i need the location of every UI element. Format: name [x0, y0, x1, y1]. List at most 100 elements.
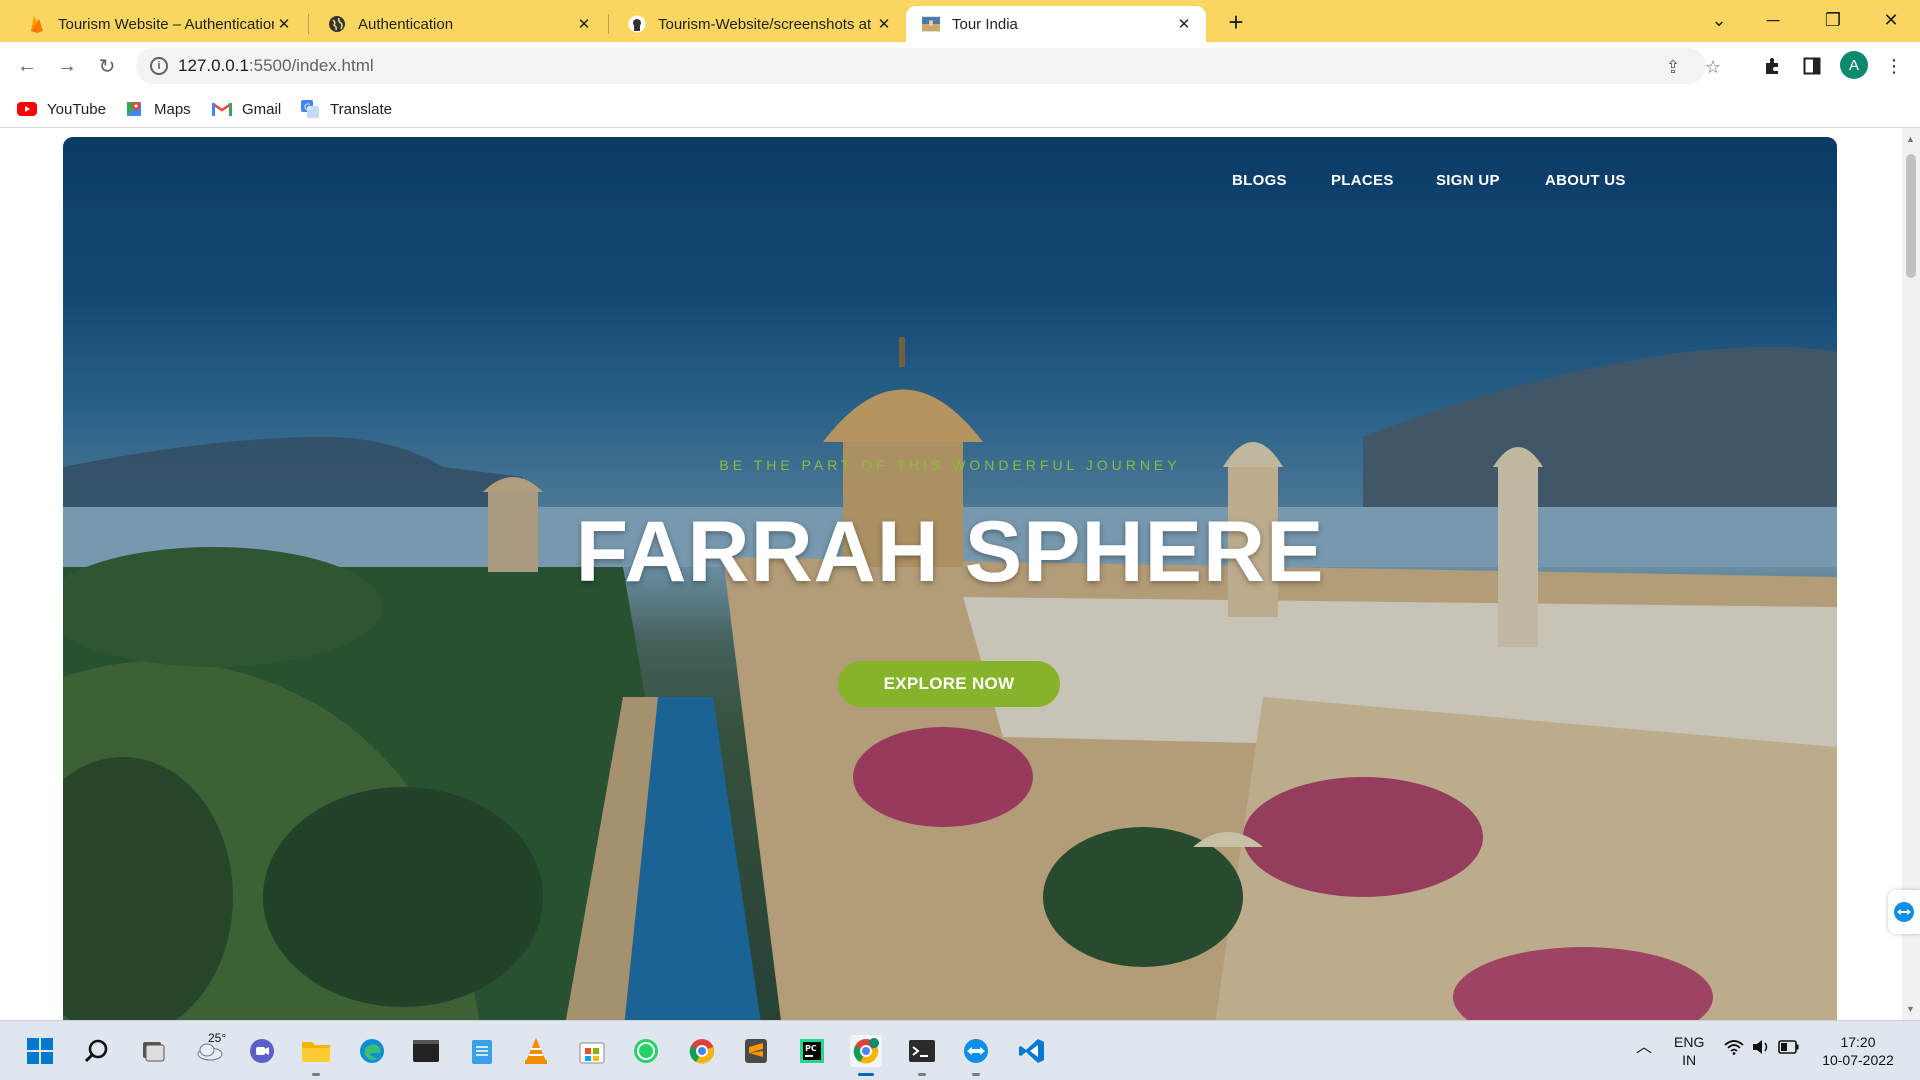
clock-time: 17:20 [1840, 1034, 1876, 1050]
hero-tagline: BE THE PART OF THIS WONDERFUL JOURNEY [719, 457, 1181, 473]
github-icon [628, 15, 646, 33]
weather-temperature: 25° [208, 1031, 227, 1045]
site-info-icon[interactable]: i [150, 57, 168, 75]
extensions-icon[interactable] [1760, 54, 1784, 78]
nav-places-link[interactable]: PLACES [1331, 172, 1394, 189]
whatsapp-icon[interactable] [630, 1035, 662, 1067]
clock-date: 10-07-2022 [1822, 1052, 1894, 1068]
gmail-icon [212, 101, 232, 117]
bookmark-translate[interactable]: G Translate [300, 98, 392, 120]
youtube-icon [17, 101, 37, 117]
tab-title: Tourism Website – Authentication [58, 15, 274, 33]
nav-signup-link[interactable]: SIGN UP [1436, 172, 1500, 189]
new-tab-button[interactable]: + [1222, 7, 1250, 37]
tab-tourism-auth[interactable]: Tourism Website – Authentication ✕ [12, 6, 306, 42]
tab-strip: Tourism Website – Authentication ✕ Authe… [0, 0, 1920, 42]
notepad-icon[interactable] [466, 1035, 498, 1067]
url-path: :5500/index.html [248, 56, 374, 75]
reload-icon[interactable]: ↻ [91, 50, 123, 82]
close-tab-icon[interactable]: ✕ [574, 14, 594, 34]
task-view-icon[interactable] [136, 1035, 168, 1067]
bookmark-label: YouTube [47, 100, 106, 118]
show-hidden-icons-icon[interactable]: ︿ [1636, 1039, 1652, 1057]
tab-separator [608, 14, 609, 34]
language-code: ENG [1674, 1034, 1705, 1050]
bookmark-maps[interactable]: Maps [124, 98, 191, 120]
pycharm-icon[interactable]: PC [796, 1035, 828, 1067]
side-panel-icon[interactable] [1800, 54, 1824, 78]
url-host: 127.0.0.1 [178, 56, 249, 75]
battery-icon[interactable] [1778, 1040, 1800, 1058]
tab-search-icon[interactable]: ⌄ [1696, 0, 1742, 40]
forward-icon[interactable]: → [51, 50, 83, 82]
firebase-icon [28, 15, 46, 33]
page-viewport: BLOGS PLACES SIGN UP ABOUT US BE THE PAR… [0, 128, 1902, 1020]
tab-authentication[interactable]: Authentication ✕ [312, 6, 606, 42]
bookmark-label: Gmail [242, 100, 282, 118]
globe-icon [328, 15, 346, 33]
language-indicator[interactable]: ENG IN [1674, 1033, 1704, 1069]
tab-title: Authentication [358, 15, 454, 33]
language-region: IN [1682, 1052, 1697, 1068]
edge-icon[interactable] [356, 1035, 388, 1067]
sublime-text-icon[interactable] [740, 1035, 772, 1067]
clock[interactable]: 17:20 10-07-2022 [1818, 1033, 1898, 1069]
svg-text:G: G [304, 103, 311, 113]
maps-icon [124, 101, 144, 117]
terminal-icon[interactable] [410, 1035, 442, 1067]
browser-toolbar: ← → ↻ i 127.0.0.1:5500/index.html ⇪ ☆ A … [0, 42, 1920, 90]
close-tab-icon[interactable]: ✕ [1174, 14, 1194, 34]
file-explorer-icon[interactable] [300, 1035, 332, 1076]
explore-now-button[interactable]: EXPLORE NOW [838, 661, 1060, 707]
bookmarks-bar: YouTube Maps Gmail G Translate [0, 90, 1920, 128]
tab-title: Tourism-Website/screenshots at [658, 15, 872, 33]
profile-avatar[interactable]: A [1840, 51, 1868, 79]
share-icon[interactable]: ⇪ [1662, 56, 1684, 78]
bookmark-gmail[interactable]: Gmail [212, 98, 281, 120]
address-bar[interactable]: i 127.0.0.1:5500/index.html ⇪ ☆ [136, 48, 1721, 84]
volume-icon[interactable] [1752, 1039, 1770, 1059]
teamviewer-icon [1894, 902, 1914, 922]
weather-widget[interactable]: 25° [190, 1031, 230, 1067]
nav-blogs-link[interactable]: BLOGS [1232, 172, 1287, 189]
tab-github-screenshots[interactable]: Tourism-Website/screenshots at ✕ [612, 6, 906, 42]
microsoft-store-icon[interactable] [576, 1035, 608, 1067]
translate-icon: G [300, 100, 320, 118]
scroll-down-icon[interactable]: ▼ [1906, 1004, 1915, 1014]
teamviewer-taskbar-icon[interactable] [960, 1035, 992, 1076]
teamviewer-side-widget[interactable] [1888, 890, 1920, 934]
tour-thumbnail-icon [922, 15, 940, 33]
vlc-icon[interactable] [520, 1035, 552, 1067]
tab-title: Tour India [952, 15, 1018, 33]
url-text: 127.0.0.1:5500/index.html [178, 56, 374, 76]
windows-start-icon[interactable] [24, 1035, 56, 1067]
menu-kebab-icon[interactable]: ⋮ [1882, 54, 1906, 78]
scroll-up-icon[interactable]: ▲ [1906, 134, 1915, 144]
command-prompt-icon[interactable] [906, 1035, 938, 1076]
nav-about-link[interactable]: ABOUT US [1545, 172, 1626, 189]
tab-tour-india[interactable]: Tour India ✕ [906, 6, 1206, 42]
search-icon[interactable] [80, 1035, 112, 1067]
tab-separator [308, 14, 309, 34]
bookmark-label: Translate [330, 100, 392, 118]
minimize-icon[interactable]: ─ [1750, 0, 1796, 40]
back-icon[interactable]: ← [11, 50, 43, 82]
svg-text:PC: PC [805, 1044, 817, 1053]
wifi-icon[interactable] [1724, 1039, 1744, 1059]
windows-taskbar: 25° PC ︿ ENG IN 17:20 10-07-2022 [0, 1020, 1920, 1080]
page-scrollbar[interactable]: ▲ ▼ [1902, 128, 1920, 1020]
bookmark-star-icon[interactable]: ☆ [1702, 56, 1724, 78]
close-window-icon[interactable]: ✕ [1868, 0, 1914, 40]
close-tab-icon[interactable]: ✕ [874, 14, 894, 34]
scroll-thumb[interactable] [1906, 154, 1916, 278]
close-tab-icon[interactable]: ✕ [274, 14, 294, 34]
bookmark-label: Maps [154, 100, 191, 118]
bookmark-youtube[interactable]: YouTube [17, 98, 106, 120]
vscode-icon[interactable] [1016, 1035, 1048, 1067]
hero-banner: BLOGS PLACES SIGN UP ABOUT US BE THE PAR… [63, 137, 1837, 1020]
restore-icon[interactable]: ❐ [1810, 0, 1856, 40]
teams-chat-icon[interactable] [246, 1035, 278, 1067]
hero-title: FARRAH SPHERE [575, 504, 1325, 600]
chrome-icon[interactable] [686, 1035, 718, 1067]
chrome-profile-icon[interactable] [850, 1035, 882, 1076]
